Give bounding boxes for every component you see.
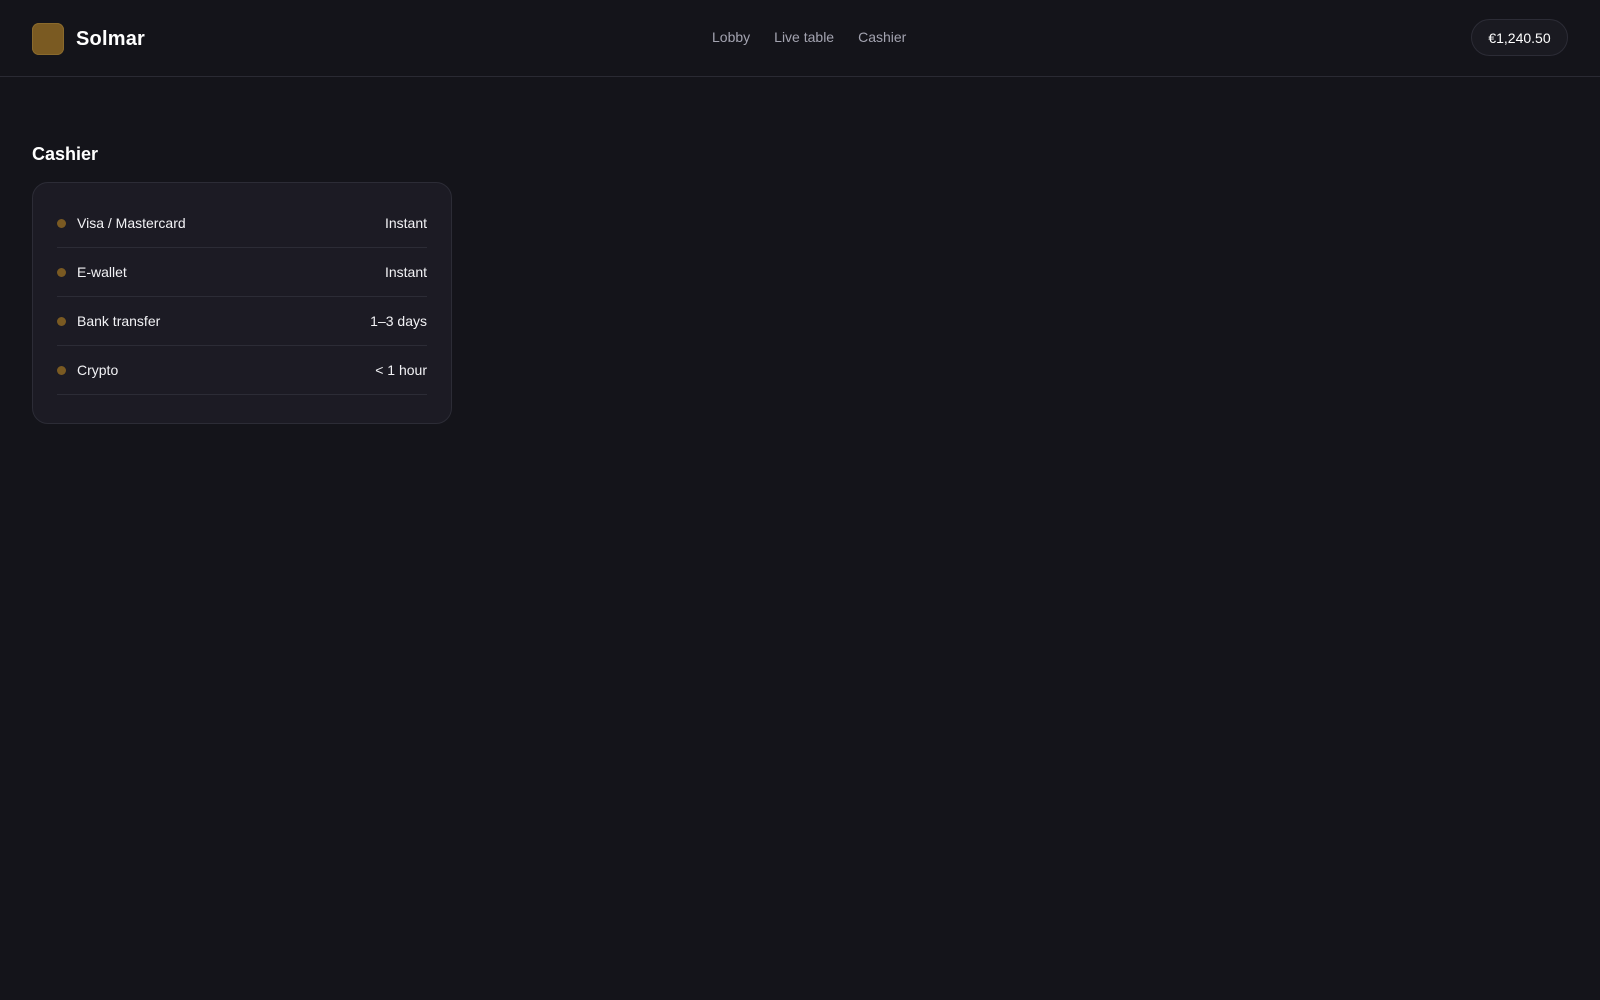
brand[interactable]: Solmar xyxy=(32,23,145,55)
payment-method-row[interactable]: E-wallet Instant xyxy=(57,248,427,297)
balance-pill[interactable]: €1,240.50 xyxy=(1471,19,1568,56)
nav-link-live-table[interactable]: Live table xyxy=(774,29,834,45)
payment-method-row[interactable]: Crypto < 1 hour xyxy=(57,346,427,395)
payment-method-label: Crypto xyxy=(77,362,119,378)
processing-time: Instant xyxy=(384,215,427,231)
top-navigation-bar: Solmar Lobby Live table Cashier €1,240.5… xyxy=(0,0,1600,77)
processing-time: 1–3 days xyxy=(370,313,427,329)
status-dot-icon xyxy=(57,316,66,326)
brand-logo-icon xyxy=(32,23,64,55)
nav-link-cashier[interactable]: Cashier xyxy=(858,29,906,45)
main-nav: Lobby Live table Cashier xyxy=(712,29,906,45)
payment-method-row[interactable]: Bank transfer 1–3 days xyxy=(57,297,427,346)
brand-name: Solmar xyxy=(76,27,146,50)
payment-methods-card: Visa / Mastercard Instant E-wallet Insta… xyxy=(32,182,452,424)
payment-method-label: Bank transfer xyxy=(77,313,161,329)
page-title: Cashier xyxy=(32,144,99,164)
payment-method-label: Visa / Mastercard xyxy=(77,215,186,231)
status-dot-icon xyxy=(57,365,66,375)
processing-time: Instant xyxy=(384,264,427,280)
status-dot-icon xyxy=(57,267,66,277)
payment-method-row[interactable]: Visa / Mastercard Instant xyxy=(57,199,427,248)
payment-method-label: E-wallet xyxy=(77,264,127,280)
processing-time: < 1 hour xyxy=(375,362,427,378)
nav-link-lobby[interactable]: Lobby xyxy=(712,29,750,45)
status-dot-icon xyxy=(57,218,66,228)
